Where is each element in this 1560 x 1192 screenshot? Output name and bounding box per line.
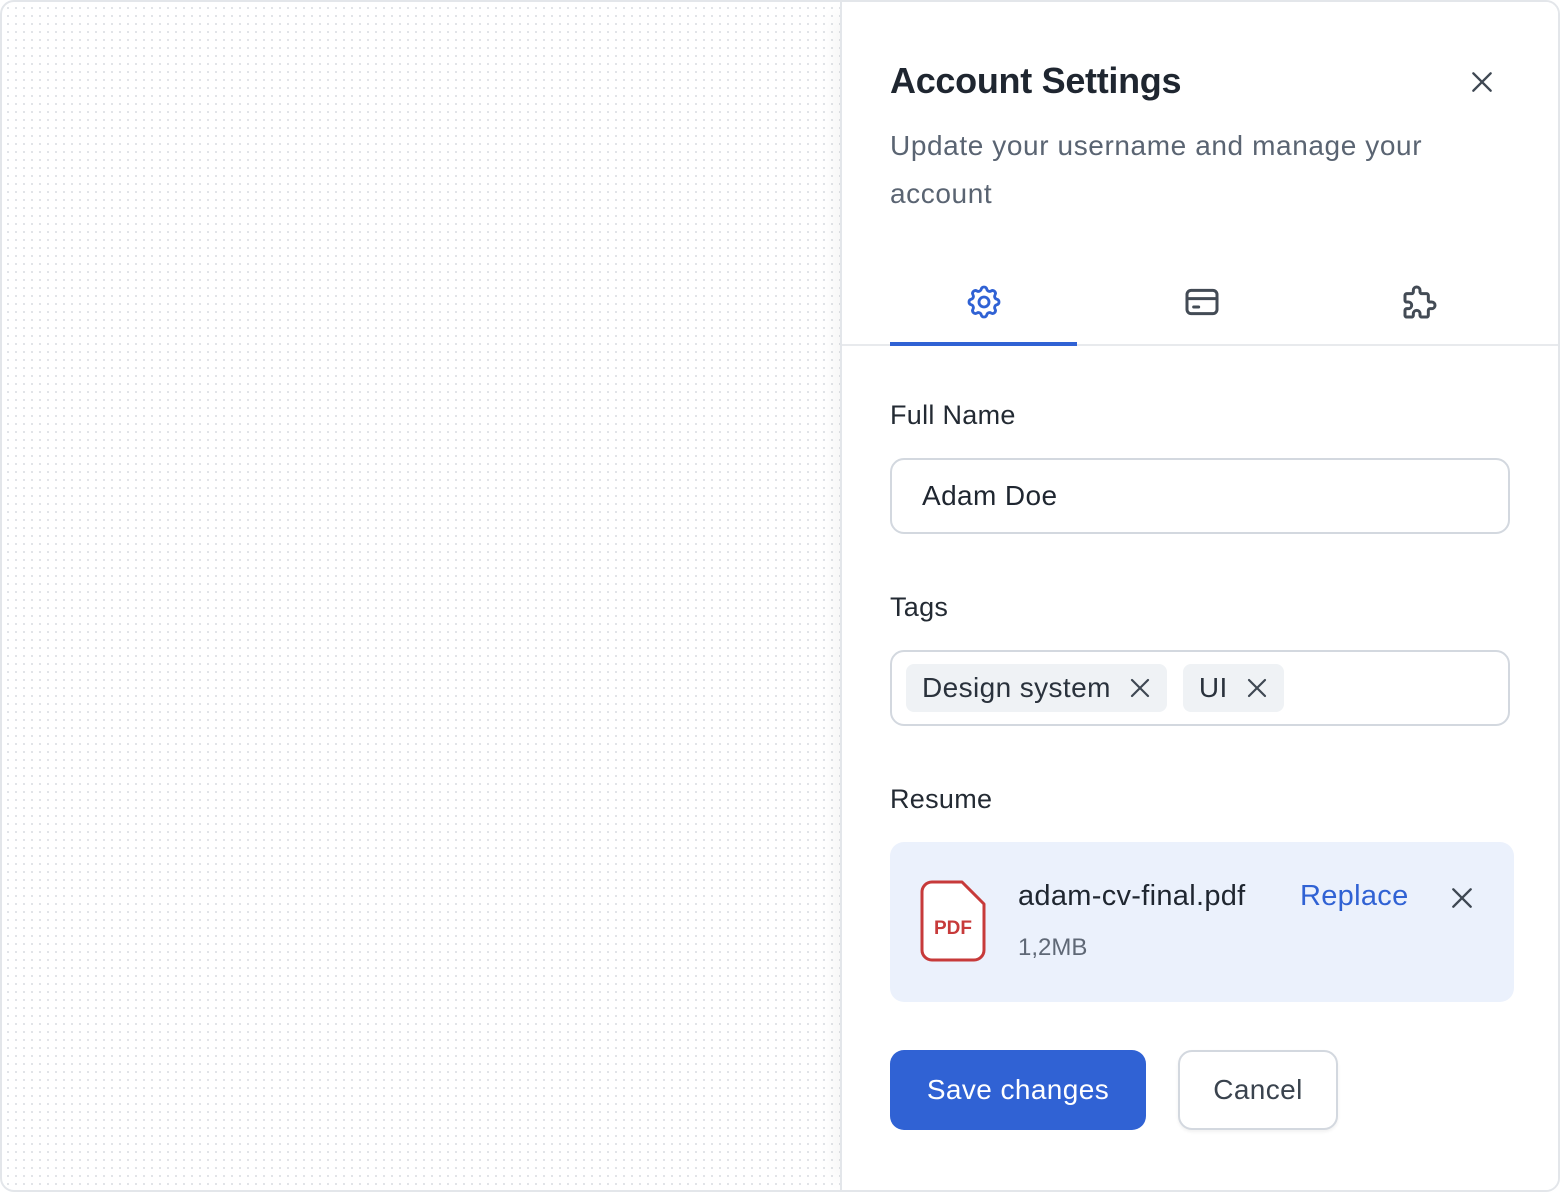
remove-tag-button[interactable] xyxy=(1244,675,1270,701)
replace-file-link[interactable]: Replace xyxy=(1300,880,1409,913)
tags-input[interactable]: Design system UI xyxy=(890,650,1510,726)
account-settings-panel: Account Settings Update your username an… xyxy=(840,2,1558,1190)
tab-integrations[interactable] xyxy=(1326,260,1513,344)
resume-label: Resume xyxy=(890,784,993,814)
tag-chip: Design system xyxy=(906,664,1167,712)
gear-icon xyxy=(967,285,1000,319)
file-size: 1,2MB xyxy=(1018,934,1088,961)
close-icon xyxy=(1247,678,1266,698)
credit-card-icon xyxy=(1185,288,1218,316)
panel-subtitle: Update your username and manage your acc… xyxy=(890,130,1423,209)
puzzle-icon xyxy=(1403,285,1436,319)
tag-label: UI xyxy=(1198,672,1228,703)
save-changes-button[interactable]: Save changes xyxy=(890,1050,1146,1130)
remove-tag-button[interactable] xyxy=(1127,675,1153,701)
full-name-input[interactable] xyxy=(890,458,1510,534)
close-icon xyxy=(1130,678,1149,698)
panel-title: Account Settings xyxy=(890,60,1182,101)
remove-file-button[interactable] xyxy=(1446,882,1478,914)
full-name-label: Full Name xyxy=(890,400,1016,430)
close-icon xyxy=(1452,888,1472,908)
tag-chip: UI xyxy=(1182,664,1284,712)
file-type-text: PDF xyxy=(934,918,972,939)
cancel-button[interactable]: Cancel xyxy=(1178,1050,1338,1130)
settings-tabs xyxy=(842,260,1558,346)
tags-label: Tags xyxy=(890,592,949,622)
pdf-file-icon: PDF xyxy=(920,880,986,967)
file-name: adam-cv-final.pdf xyxy=(1018,880,1246,912)
app-frame: Account Settings Update your username an… xyxy=(0,0,1560,1192)
tab-billing[interactable] xyxy=(1108,260,1295,344)
tab-settings[interactable] xyxy=(890,260,1077,346)
tag-label: Design system xyxy=(922,672,1111,703)
close-icon xyxy=(1472,72,1492,92)
resume-file-card: PDF adam-cv-final.pdf 1,2MB Replace xyxy=(890,842,1514,1002)
close-button[interactable] xyxy=(1464,64,1500,100)
